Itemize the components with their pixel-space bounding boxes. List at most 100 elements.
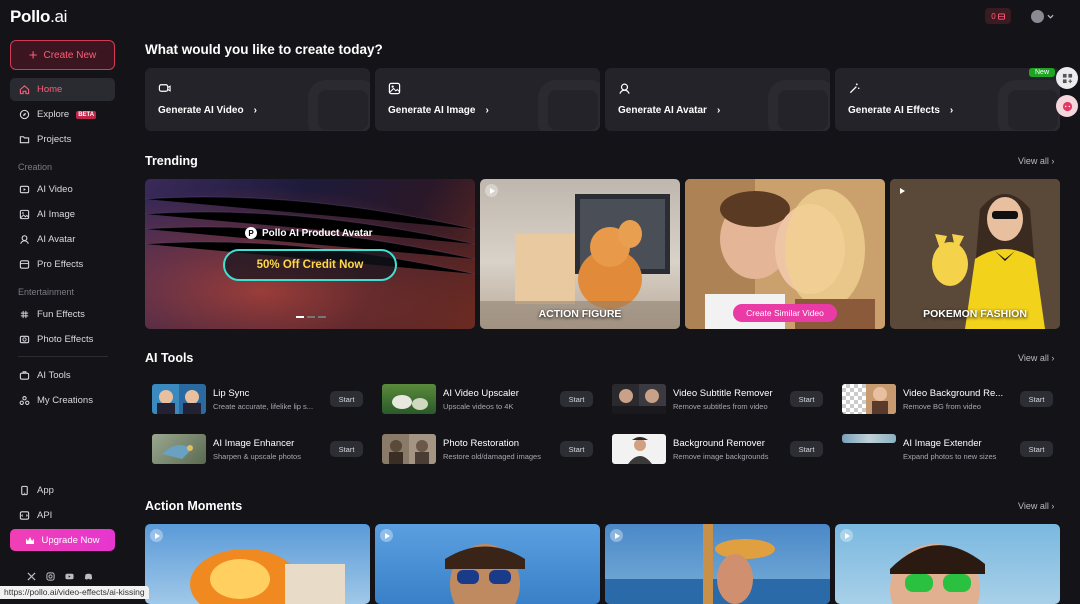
compass-icon bbox=[19, 109, 30, 120]
start-button[interactable]: Start bbox=[790, 391, 823, 407]
carousel-dot[interactable] bbox=[318, 316, 326, 318]
new-badge: New bbox=[1029, 68, 1056, 77]
trending-view-all-link[interactable]: View all › bbox=[1018, 156, 1054, 166]
trending-heading: Trending bbox=[145, 154, 198, 168]
chevron-right-icon: › bbox=[1051, 353, 1055, 363]
youtube-icon[interactable] bbox=[65, 572, 74, 581]
image-extender-thumbnail bbox=[842, 434, 896, 443]
banner-cta-button[interactable]: 50% Off Credit Now bbox=[223, 249, 397, 281]
card-decoration bbox=[998, 80, 1060, 131]
x-twitter-icon[interactable] bbox=[27, 572, 36, 581]
sidebar-item-ai-tools[interactable]: AI Tools bbox=[10, 364, 115, 387]
chevron-right-icon: › bbox=[1051, 501, 1055, 511]
tool-video-background-remover[interactable]: Video Background Re... Remove BG from vi… bbox=[835, 384, 1053, 416]
play-badge-icon bbox=[485, 184, 498, 197]
create-similar-video-button[interactable]: Create Similar Video bbox=[733, 304, 837, 322]
action-moment-explosion[interactable] bbox=[145, 524, 370, 604]
start-button[interactable]: Start bbox=[1020, 391, 1053, 407]
avatar-icon bbox=[619, 83, 630, 94]
start-button[interactable]: Start bbox=[330, 391, 363, 407]
tool-photo-restoration[interactable]: Photo Restoration Restore old/damaged im… bbox=[375, 434, 593, 466]
sidebar-item-app[interactable]: App bbox=[10, 479, 115, 502]
card-decoration bbox=[308, 80, 370, 131]
explosion-thumbnail bbox=[190, 549, 345, 604]
trending-banner-product-avatar[interactable]: P Pollo AI Product Avatar 50% Off Credit… bbox=[145, 179, 475, 329]
trending-action-figure[interactable]: ACTION FIGURE bbox=[480, 179, 680, 329]
tool-video-subtitle-remover[interactable]: Video Subtitle Remover Remove subtitles … bbox=[605, 384, 823, 416]
sidebar-item-home[interactable]: Home bbox=[10, 78, 115, 101]
creations-icon bbox=[19, 396, 30, 405]
sidebar-divider bbox=[18, 356, 108, 357]
tool-ai-image-enhancer[interactable]: AI Image Enhancer Sharpen & upscale phot… bbox=[145, 434, 363, 466]
pollo-logo[interactable]: Pollo.ai bbox=[10, 7, 67, 27]
folder-icon bbox=[19, 136, 30, 144]
trending-ai-kissing[interactable]: Create Similar Video bbox=[685, 179, 885, 329]
banner-title-row: P Pollo AI Product Avatar bbox=[245, 227, 373, 239]
tools-icon bbox=[19, 371, 30, 380]
fun-effects-icon bbox=[20, 310, 29, 319]
ai-tools-view-all-link[interactable]: View all › bbox=[1018, 353, 1054, 363]
sidebar-item-explore[interactable]: Explore BETA bbox=[10, 103, 115, 126]
start-button[interactable]: Start bbox=[560, 441, 593, 457]
card-decoration bbox=[538, 80, 600, 131]
sidebar-item-projects[interactable]: Projects bbox=[10, 128, 115, 151]
phone-icon bbox=[21, 485, 28, 496]
sidebar-item-ai-video[interactable]: AI Video bbox=[10, 178, 115, 201]
chevron-down-icon bbox=[1047, 14, 1054, 19]
sidebar-item-my-creations[interactable]: My Creations bbox=[10, 389, 115, 412]
action-moment-beach[interactable] bbox=[605, 524, 830, 604]
generate-ai-avatar-card[interactable]: Generate AI Avatar › bbox=[605, 68, 830, 131]
carousel-dot-active[interactable] bbox=[296, 316, 304, 318]
image-icon bbox=[19, 209, 30, 220]
pokemon-fashion-thumbnail bbox=[890, 179, 1060, 329]
ai-tools-heading: AI Tools bbox=[145, 351, 194, 365]
credits-badge[interactable]: 0 bbox=[985, 8, 1011, 24]
floating-chat-button[interactable] bbox=[1056, 95, 1078, 117]
sidebar-item-pro-effects[interactable]: Pro Effects bbox=[10, 253, 115, 276]
tool-ai-video-upscaler[interactable]: AI Video Upscaler Upscale videos to 4K S… bbox=[375, 384, 593, 416]
chevron-right-icon: › bbox=[949, 105, 954, 116]
sidebar-item-photo-effects[interactable]: Photo Effects bbox=[10, 328, 115, 351]
status-bar-url: https://pollo.ai/video-effects/ai-kissin… bbox=[0, 586, 149, 599]
discord-icon[interactable] bbox=[84, 572, 93, 581]
pollo-mark-icon: P bbox=[245, 227, 257, 239]
generate-ai-video-card[interactable]: Generate AI Video › bbox=[145, 68, 370, 131]
tool-ai-image-extender[interactable]: AI Image Extender Expand photos to new s… bbox=[835, 434, 1053, 466]
trending-pokemon-fashion[interactable]: POKEMON FASHION bbox=[890, 179, 1060, 329]
sidebar-item-ai-avatar[interactable]: AI Avatar bbox=[10, 228, 115, 251]
avatar-icon bbox=[20, 235, 29, 244]
social-links bbox=[27, 572, 93, 581]
action-moment-goggles[interactable] bbox=[835, 524, 1060, 604]
user-avatar-menu[interactable] bbox=[1031, 9, 1057, 23]
generate-ai-image-card[interactable]: Generate AI Image › bbox=[375, 68, 600, 131]
upgrade-now-button[interactable]: Upgrade Now bbox=[10, 529, 115, 551]
sidebar: Pollo.ai + Create New Home Explore BETA … bbox=[0, 0, 125, 599]
action-moment-sunglasses[interactable] bbox=[375, 524, 600, 604]
video-icon bbox=[158, 84, 171, 92]
start-button[interactable]: Start bbox=[330, 441, 363, 457]
floating-apps-button[interactable] bbox=[1056, 67, 1078, 89]
home-icon bbox=[19, 85, 30, 95]
instagram-icon[interactable] bbox=[46, 572, 55, 581]
start-button[interactable]: Start bbox=[790, 441, 823, 457]
sidebar-item-fun-effects[interactable]: Fun Effects bbox=[10, 303, 115, 326]
magic-wand-icon bbox=[849, 83, 860, 94]
carousel-dot[interactable] bbox=[307, 316, 315, 318]
play-badge-icon bbox=[610, 529, 623, 542]
create-new-button[interactable]: + Create New bbox=[10, 40, 115, 70]
lip-sync-thumbnail bbox=[152, 384, 206, 414]
start-button[interactable]: Start bbox=[560, 391, 593, 407]
sunglasses-thumbnail bbox=[445, 544, 525, 604]
sidebar-item-api[interactable]: API bbox=[10, 504, 115, 527]
sidebar-item-ai-image[interactable]: AI Image bbox=[10, 203, 115, 226]
section-label-creation: Creation bbox=[18, 162, 53, 172]
photo-restoration-thumbnail bbox=[382, 434, 436, 464]
tool-background-remover[interactable]: Background Remover Remove image backgrou… bbox=[605, 434, 823, 466]
chevron-right-icon: › bbox=[716, 105, 721, 116]
tool-lip-sync[interactable]: Lip Sync Create accurate, lifelike lip s… bbox=[145, 384, 363, 416]
action-moments-view-all-link[interactable]: View all › bbox=[1018, 501, 1054, 511]
image-icon bbox=[388, 82, 401, 95]
start-button[interactable]: Start bbox=[1020, 441, 1053, 457]
generate-ai-effects-card[interactable]: Generate AI Effects › bbox=[835, 68, 1060, 131]
action-figure-thumbnail bbox=[480, 194, 680, 329]
